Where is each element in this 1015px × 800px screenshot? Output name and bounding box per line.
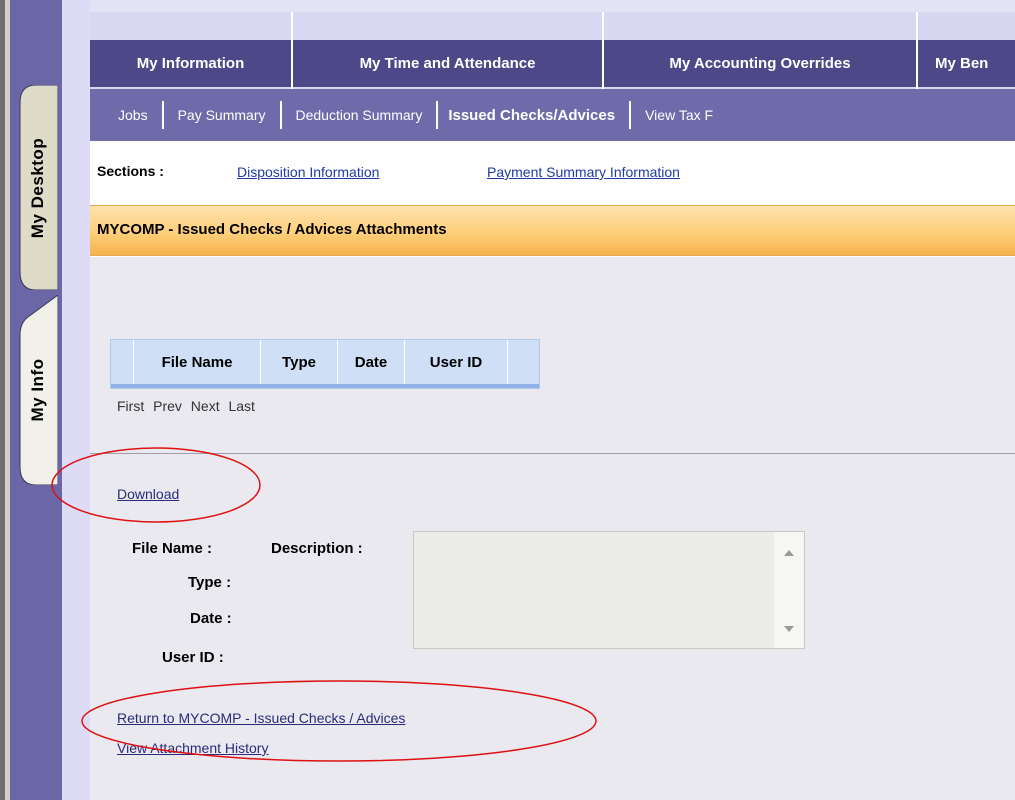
main-menu-item-my-accounting-overrides[interactable]: My Accounting Overrides (604, 40, 918, 87)
sub-menu-item-issued-checks-advices[interactable]: Issued Checks/Advices (438, 107, 629, 124)
main-menu-item-my-information[interactable]: My Information (90, 40, 293, 87)
attachments-table-header: File Name Type Date User ID (110, 339, 540, 389)
main-menu-item-my-time-and-attendance[interactable]: My Time and Attendance (293, 40, 604, 87)
date-label: Date : (190, 610, 232, 627)
sidebar-tab-my-info[interactable]: My Info (18, 295, 58, 485)
description-scrollbar[interactable] (774, 532, 804, 648)
section-divider (90, 453, 1015, 454)
main-menu: My Information My Time and Attendance My… (90, 40, 1015, 87)
sidebar-tab-label: My Desktop (28, 137, 47, 238)
file-name-label: File Name : (132, 540, 213, 557)
scroll-down-arrow-icon[interactable] (784, 626, 794, 632)
sub-menu: Jobs Pay Summary Deduction Summary Issue… (90, 89, 1015, 141)
scroll-up-arrow-icon[interactable] (784, 550, 794, 556)
sub-menu-item-pay-summary[interactable]: Pay Summary (164, 107, 280, 123)
pager-first[interactable]: First (117, 398, 144, 414)
window-left-edge (0, 0, 10, 800)
download-link[interactable]: Download (117, 486, 179, 502)
pager: First Prev Next Last (117, 398, 259, 414)
page-header: MYCOMP - Issued Checks / Advices Attachm… (90, 205, 1015, 256)
view-attachment-history-link[interactable]: View Attachment History (117, 740, 268, 756)
column-header-user-id[interactable]: User ID (405, 340, 508, 385)
section-link-payment-summary-information[interactable]: Payment Summary Information (487, 164, 680, 180)
sidebar-tab-label: My Info (28, 358, 47, 422)
column-header-date[interactable]: Date (338, 340, 405, 385)
content-gutter (62, 0, 90, 800)
main-menu-item-my-benefits[interactable]: My Ben (918, 40, 1015, 87)
table-row-selector-header (111, 340, 134, 385)
column-header-type[interactable]: Type (261, 340, 338, 385)
description-textarea[interactable] (413, 531, 805, 649)
page-title: MYCOMP - Issued Checks / Advices Attachm… (97, 221, 447, 238)
sub-menu-item-view-tax-forms[interactable]: View Tax F (631, 107, 727, 123)
return-to-issued-checks-link[interactable]: Return to MYCOMP - Issued Checks / Advic… (117, 710, 405, 726)
sections-bar: Sections : Disposition Information Payme… (90, 141, 1015, 205)
top-strip (90, 0, 1015, 12)
user-id-label: User ID : (162, 649, 224, 666)
description-label: Description : (271, 540, 363, 557)
column-header-file-name[interactable]: File Name (134, 340, 261, 385)
table-header-underline (111, 384, 539, 388)
section-link-disposition-information[interactable]: Disposition Information (237, 164, 379, 180)
pager-next[interactable]: Next (191, 398, 220, 414)
sidebar-tab-my-desktop[interactable]: My Desktop (18, 85, 58, 290)
sub-menu-item-jobs[interactable]: Jobs (90, 107, 162, 123)
pager-last[interactable]: Last (228, 398, 254, 414)
left-sidebar: My Desktop My Info (10, 0, 62, 800)
sub-menu-item-deduction-summary[interactable]: Deduction Summary (282, 107, 437, 123)
pager-prev[interactable]: Prev (153, 398, 182, 414)
type-label: Type : (188, 574, 232, 591)
sections-label: Sections : (97, 163, 164, 179)
